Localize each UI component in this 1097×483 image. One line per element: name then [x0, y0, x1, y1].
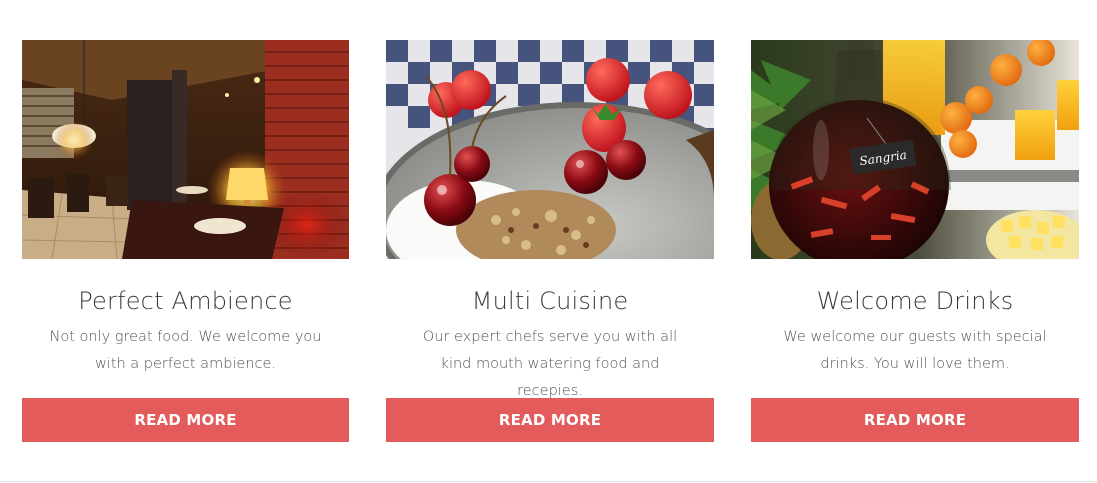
feature-cards-section: Perfect Ambience Not only great food. We… — [0, 0, 1097, 483]
sangria-bottle-image: Sangria — [751, 40, 1079, 259]
card-title: Welcome Drinks — [816, 287, 1014, 315]
feature-card-drinks: Sangria Welcome Drinks We welcome our gu… — [751, 40, 1079, 442]
card-description: Our expert chefs serve you with all kind… — [422, 329, 678, 399]
read-more-button[interactable]: READ MORE — [751, 398, 1079, 442]
card-title: Multi Cuisine — [471, 287, 629, 315]
card-description: We welcome our guests with special drink… — [783, 329, 1047, 372]
restaurant-interior-image — [22, 40, 349, 259]
read-more-button[interactable]: READ MORE — [386, 398, 714, 442]
cherries-granola-plate-image — [386, 40, 714, 259]
card-description: Not only great food. We welcome you with… — [49, 329, 322, 372]
feature-card-ambience: Perfect Ambience Not only great food. We… — [22, 40, 349, 442]
read-more-button[interactable]: READ MORE — [22, 398, 349, 442]
section-divider — [0, 481, 1097, 482]
feature-card-cuisine: Multi Cuisine Our expert chefs serve you… — [386, 40, 714, 442]
card-title: Perfect Ambience — [78, 287, 293, 315]
